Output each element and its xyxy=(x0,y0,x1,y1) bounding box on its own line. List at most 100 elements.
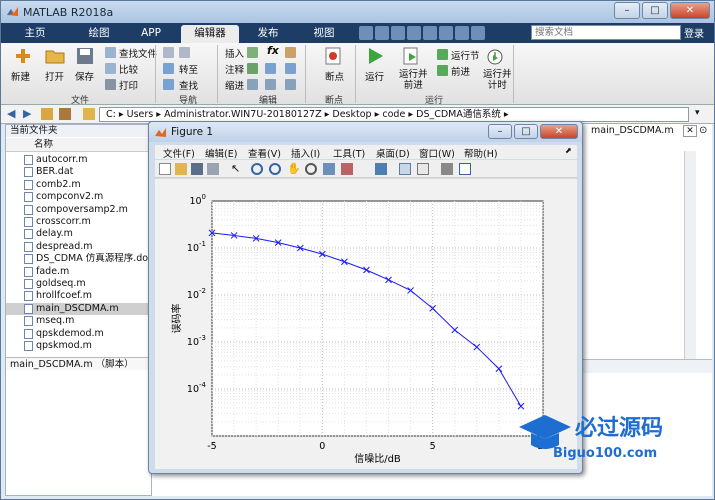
wrap-icon[interactable] xyxy=(265,63,276,74)
path-segment[interactable]: C: xyxy=(106,109,116,120)
file-row[interactable]: DS_CDMA 仿真源程序.doc xyxy=(6,253,151,265)
tab-view[interactable]: 视图 xyxy=(303,25,345,43)
menu-insert[interactable]: 插入(I) xyxy=(291,146,320,160)
path-segment[interactable]: Administrator.WIN7U-20180127Z xyxy=(164,109,322,120)
qa-save-icon[interactable] xyxy=(359,26,373,40)
percent-icon[interactable] xyxy=(247,63,258,74)
link-plot-icon[interactable] xyxy=(375,163,387,175)
edit-icon[interactable] xyxy=(285,47,296,58)
save-figure-icon[interactable] xyxy=(191,163,203,175)
run-advance-icon[interactable] xyxy=(401,47,421,65)
breakpoints-icon[interactable] xyxy=(323,47,343,65)
run-time-button[interactable]: 运行并 计时 xyxy=(483,69,512,91)
menu-file[interactable]: 文件(F) xyxy=(163,146,195,160)
smart-indent-icon[interactable] xyxy=(247,79,258,90)
file-row[interactable]: qpskmod.m xyxy=(6,340,151,352)
colorbar-icon[interactable] xyxy=(399,163,411,175)
maximize-button[interactable]: □ xyxy=(642,2,668,19)
login-link[interactable]: 登录 xyxy=(684,25,704,40)
show-plot-tools-icon[interactable] xyxy=(459,163,471,175)
forward-arrow-icon[interactable]: ▶ xyxy=(23,107,31,120)
breakpoints-button[interactable]: 断点 xyxy=(325,69,344,83)
figure-minimize-button[interactable]: – xyxy=(488,124,512,139)
file-row[interactable]: qpskdemod.m xyxy=(6,328,151,340)
file-row[interactable]: BER.dat xyxy=(6,166,151,178)
menu-help[interactable]: 帮助(H) xyxy=(464,146,498,160)
new-button[interactable]: 新建 xyxy=(11,69,30,83)
data-cursor-icon[interactable] xyxy=(323,163,335,175)
open-button[interactable]: 打开 xyxy=(45,69,64,83)
advance-button[interactable]: 前进 xyxy=(451,64,470,78)
indent-button[interactable]: 缩进 xyxy=(225,78,244,92)
panel-menu-icon[interactable]: ⊙ xyxy=(699,125,711,137)
path-segment[interactable]: Users xyxy=(127,109,154,120)
run-icon[interactable] xyxy=(365,47,385,65)
run-section-button[interactable]: 运行节 xyxy=(451,48,480,62)
save-icon[interactable] xyxy=(75,47,95,65)
fx-button[interactable]: fx xyxy=(267,44,279,57)
run-button[interactable]: 运行 xyxy=(365,69,384,83)
menu-dock-icon[interactable]: ⬈ xyxy=(565,146,572,155)
editor-tab[interactable]: main_DSCDMA.m xyxy=(591,125,674,136)
search-docs-input[interactable]: 搜索文档 xyxy=(531,25,681,40)
editor-scrollbar[interactable] xyxy=(684,151,696,359)
find-button[interactable]: 查找 xyxy=(179,78,198,92)
decrease-indent-icon[interactable] xyxy=(285,79,296,90)
file-row[interactable]: compconv2.m xyxy=(6,191,151,203)
run-advance-button[interactable]: 运行并 前进 xyxy=(399,69,428,91)
pointer-icon[interactable]: ↖ xyxy=(231,163,243,175)
rotate-3d-icon[interactable] xyxy=(305,163,317,175)
figure-close-button[interactable]: ✕ xyxy=(540,124,578,139)
print-figure-icon[interactable] xyxy=(207,163,219,175)
goto-button[interactable]: 转至 xyxy=(179,62,198,76)
file-row[interactable]: compoversamp2.m xyxy=(6,204,151,216)
find-files-button[interactable]: 查找文件 xyxy=(119,46,157,60)
brush-icon[interactable] xyxy=(341,163,353,175)
file-row[interactable]: comb2.m xyxy=(6,179,151,191)
minimize-button[interactable]: – xyxy=(614,2,640,19)
increase-indent-icon[interactable] xyxy=(265,79,276,90)
figure-maximize-button[interactable]: □ xyxy=(514,124,538,139)
file-row[interactable]: mseq.m xyxy=(6,315,151,327)
file-row[interactable]: fade.m xyxy=(6,266,151,278)
back-arrow-icon[interactable]: ◀ xyxy=(7,107,15,120)
compare-button[interactable]: 比较 xyxy=(119,62,138,76)
path-field[interactable]: C: ▸ Users ▸ Administrator.WIN7U-2018012… xyxy=(99,107,689,122)
new-figure-icon[interactable] xyxy=(159,163,171,175)
qa-undo-icon[interactable] xyxy=(423,26,437,40)
up-folder-icon[interactable] xyxy=(41,108,53,120)
open-file-icon[interactable] xyxy=(175,163,187,175)
panel-close-icon[interactable]: ✕ xyxy=(683,125,697,137)
hide-plot-tools-icon[interactable] xyxy=(441,163,453,175)
close-button[interactable]: ✕ xyxy=(670,2,710,19)
menu-edit[interactable]: 编辑(E) xyxy=(205,146,237,160)
qa-paste-icon[interactable] xyxy=(407,26,421,40)
qa-copy-icon[interactable] xyxy=(391,26,405,40)
back-nav-icon[interactable] xyxy=(163,47,174,58)
qa-cut-icon[interactable] xyxy=(375,26,389,40)
tab-editor[interactable]: 编辑器 xyxy=(181,25,239,43)
path-dropdown-icon[interactable]: ▾ xyxy=(695,108,700,118)
new-icon[interactable] xyxy=(13,47,33,65)
open-folder-icon[interactable] xyxy=(45,47,65,65)
zoom-out-icon[interactable] xyxy=(269,163,281,175)
comment-button[interactable]: 注释 xyxy=(225,62,244,76)
file-row[interactable]: delay.m xyxy=(6,228,151,240)
menu-window[interactable]: 窗口(W) xyxy=(419,146,455,160)
file-row[interactable]: goldseq.m xyxy=(6,278,151,290)
uncomment-icon[interactable] xyxy=(285,63,296,74)
file-row[interactable]: crosscorr.m xyxy=(6,216,151,228)
menu-view[interactable]: 查看(V) xyxy=(248,146,281,160)
file-row[interactable]: despread.m xyxy=(6,241,151,253)
tab-plots[interactable]: 绘图 xyxy=(79,25,119,43)
menu-desktop[interactable]: 桌面(D) xyxy=(376,146,410,160)
qa-help-icon[interactable] xyxy=(471,26,485,40)
path-segment[interactable]: Desktop xyxy=(332,109,371,120)
forward-nav-icon[interactable] xyxy=(179,47,190,58)
column-header-name[interactable]: 名称 xyxy=(6,138,151,152)
legend-icon[interactable] xyxy=(417,163,429,175)
zoom-in-icon[interactable] xyxy=(251,163,263,175)
file-row[interactable]: main_DSCDMA.m xyxy=(6,302,151,316)
file-row[interactable]: hrollfcoef.m xyxy=(6,290,151,302)
browse-folder-icon[interactable] xyxy=(59,108,71,120)
